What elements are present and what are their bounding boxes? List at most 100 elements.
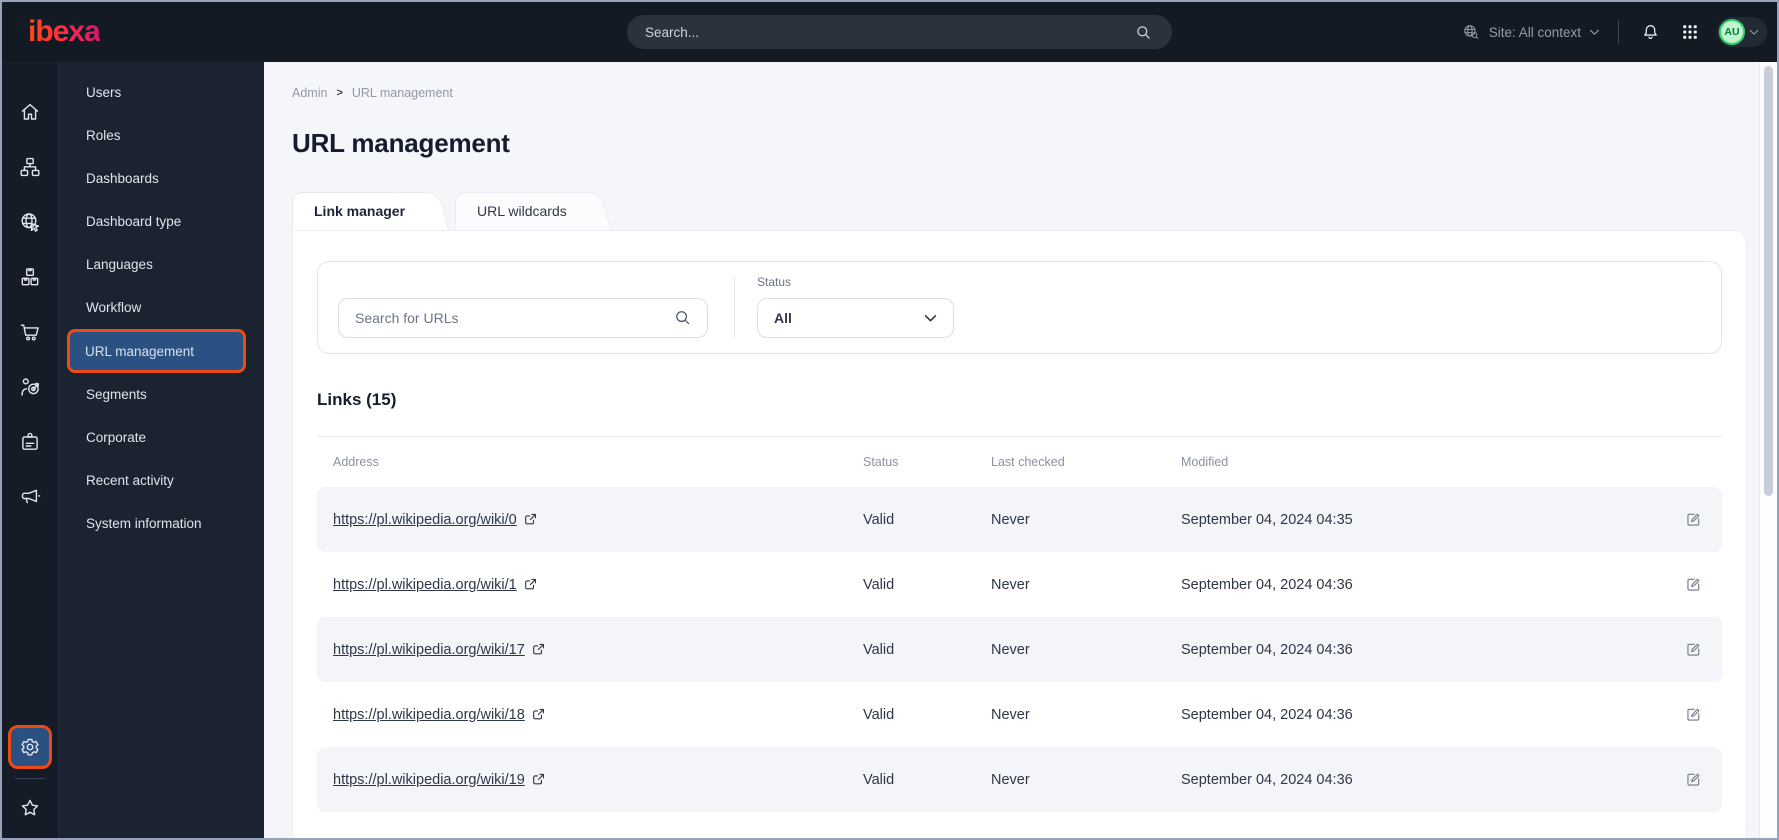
url-search-input[interactable] (355, 310, 673, 326)
tab-link-manager[interactable]: Link manager (292, 192, 441, 230)
modified-cell: September 04, 2024 04:36 (1181, 641, 1353, 658)
breadcrumb-separator: > (336, 87, 343, 99)
megaphone-icon[interactable] (2, 469, 58, 524)
link-manager-panel: Status All Links (15) Address Status Las… (292, 230, 1747, 838)
gear-icon[interactable] (8, 725, 52, 769)
sidebar-item-segments[interactable]: Segments (59, 373, 264, 416)
scrollbar-thumb[interactable] (1764, 66, 1773, 496)
topbar: ibexa Site: All context (2, 2, 1777, 62)
rail-divider (15, 778, 45, 779)
globe-search-icon (1463, 24, 1479, 39)
external-link-icon (524, 513, 537, 526)
table-row: https://pl.wikipedia.org/wiki/1 Valid Neve… (317, 552, 1722, 617)
sidebar-item-dashboard-type[interactable]: Dashboard type (59, 200, 264, 243)
status-cell: Valid (863, 771, 895, 788)
table-row: https://pl.wikipedia.org/wiki/17 Valid Nev… (317, 617, 1722, 682)
sidebar-item-corporate[interactable]: Corporate (59, 416, 264, 459)
url-search-field[interactable] (338, 298, 708, 338)
sidebar-item-users[interactable]: Users (59, 71, 264, 114)
status-cell: Valid (863, 706, 895, 723)
home-icon[interactable] (2, 84, 58, 139)
sidebar-item-recent-activity[interactable]: Recent activity (59, 459, 264, 502)
edit-url-button[interactable] (1680, 507, 1706, 533)
table-row: https://pl.wikipedia.org/wiki/19 Valid Nev… (317, 747, 1722, 812)
last-checked-cell: Never (991, 641, 1030, 658)
external-link-icon (532, 708, 545, 721)
global-search[interactable] (627, 15, 1172, 49)
table-row: https://pl.wikipedia.org/wiki/18 Valid Nev… (317, 682, 1722, 747)
col-last-checked: Last checked (991, 455, 1065, 469)
edit-url-button[interactable] (1680, 767, 1706, 793)
site-context-label: Site: All context (1488, 24, 1581, 40)
boxes-icon[interactable] (2, 249, 58, 304)
id-badge-icon[interactable] (2, 414, 58, 469)
main-content: Admin > URL management URL management Li… (264, 62, 1759, 838)
col-status: Status (863, 455, 899, 469)
page-title: URL management (292, 128, 510, 158)
filter-divider (734, 277, 735, 338)
sidebar-item-workflow[interactable]: Workflow (59, 286, 264, 329)
app-grid-icon[interactable] (1677, 19, 1703, 45)
status-cell: Valid (863, 511, 895, 528)
sidebar-item-system-information[interactable]: System information (59, 502, 264, 545)
last-checked-cell: Never (991, 706, 1030, 723)
rail-bottom (2, 725, 58, 838)
links-table-header: Address Status Last checked Modified (317, 437, 1722, 487)
globe-cursor-icon[interactable] (2, 194, 58, 249)
star-icon[interactable] (18, 788, 42, 828)
tab-url-wildcards[interactable]: URL wildcards (455, 192, 603, 230)
modified-cell: September 04, 2024 04:36 (1181, 771, 1353, 788)
url-link[interactable]: https://pl.wikipedia.org/wiki/19 (333, 772, 545, 788)
chevron-down-icon (924, 314, 937, 321)
site-context-selector[interactable]: Site: All context (1462, 23, 1600, 42)
user-menu[interactable]: AU (1717, 17, 1767, 47)
edit-url-button[interactable] (1680, 572, 1706, 598)
status-cell: Valid (863, 576, 895, 593)
topbar-divider (1618, 20, 1619, 44)
col-modified: Modified (1181, 455, 1229, 469)
url-link[interactable]: https://pl.wikipedia.org/wiki/1 (333, 577, 537, 593)
cart-icon[interactable] (2, 304, 58, 359)
chevron-down-icon (1589, 29, 1600, 35)
url-link[interactable]: https://pl.wikipedia.org/wiki/18 (333, 707, 545, 723)
chevron-down-icon (1749, 29, 1759, 35)
status-cell: Valid (863, 641, 895, 658)
sidebar-item-languages[interactable]: Languages (59, 243, 264, 286)
table-row: https://pl.wikipedia.org/wiki/0 Valid Neve… (317, 487, 1722, 552)
sidebar-item-roles[interactable]: Roles (59, 114, 264, 157)
breadcrumb-admin[interactable]: Admin (292, 86, 327, 100)
external-link-icon (524, 578, 537, 591)
sidebar-menu: Users Roles Dashboards Dashboard type Langua… (59, 62, 264, 838)
sidebar-item-dashboards[interactable]: Dashboards (59, 157, 264, 200)
links-heading: Links (15) (317, 390, 397, 409)
org-chart-icon[interactable] (2, 139, 58, 194)
status-selected-value: All (774, 310, 792, 326)
external-link-icon (532, 773, 545, 786)
search-icon[interactable] (1130, 19, 1156, 45)
status-select[interactable]: All (757, 298, 954, 338)
last-checked-cell: Never (991, 511, 1030, 528)
global-search-input[interactable] (645, 24, 1130, 40)
breadcrumb-url-management[interactable]: URL management (352, 86, 453, 100)
breadcrumb: Admin > URL management (292, 86, 1759, 100)
last-checked-cell: Never (991, 576, 1030, 593)
edit-url-button[interactable] (1680, 702, 1706, 728)
tabs: Link manager URL wildcards (292, 192, 1759, 230)
scrollbar[interactable] (1759, 62, 1777, 838)
notifications-bell-icon[interactable] (1637, 19, 1663, 45)
icon-rail (2, 62, 59, 838)
modified-cell: September 04, 2024 04:36 (1181, 706, 1353, 723)
search-icon (676, 311, 690, 325)
modified-cell: September 04, 2024 04:35 (1181, 511, 1353, 528)
last-checked-cell: Never (991, 771, 1030, 788)
links-table-body: https://pl.wikipedia.org/wiki/0 Valid Neve… (317, 487, 1722, 812)
modified-cell: September 04, 2024 04:36 (1181, 576, 1353, 593)
url-link[interactable]: https://pl.wikipedia.org/wiki/0 (333, 512, 537, 528)
url-link[interactable]: https://pl.wikipedia.org/wiki/17 (333, 642, 545, 658)
edit-url-button[interactable] (1680, 637, 1706, 663)
ibexa-admin-window: ibexa Site: All context (0, 0, 1779, 840)
avatar: AU (1719, 19, 1745, 45)
sidebar-item-url-management[interactable]: URL management (67, 329, 246, 373)
ibexa-logo[interactable]: ibexa (28, 15, 101, 49)
target-person-icon[interactable] (2, 359, 58, 414)
